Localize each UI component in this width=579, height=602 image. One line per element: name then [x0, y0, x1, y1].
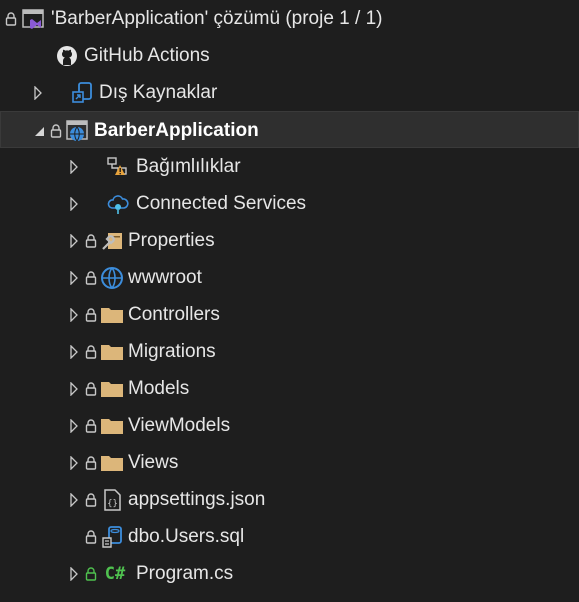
dependencies-icon	[104, 148, 132, 185]
tree-row-project[interactable]: BarberApplication	[0, 111, 579, 148]
sql-file-icon	[98, 518, 126, 555]
item-label: appsettings.json	[128, 489, 266, 510]
tree-row-connected-services[interactable]: Connected Services	[0, 185, 579, 222]
item-label: wwwroot	[128, 267, 202, 288]
item-label: Properties	[128, 230, 215, 251]
tree-row-sql[interactable]: dbo.Users.sql	[0, 518, 579, 555]
chevron-right-icon[interactable]	[66, 481, 82, 518]
item-label: Controllers	[128, 304, 220, 325]
folder-icon	[98, 333, 126, 370]
chevron-right-icon[interactable]	[66, 296, 82, 333]
tree-row-solution[interactable]: 'BarberApplication' çözümü (proje 1 / 1)	[0, 0, 579, 37]
tree-row-controllers[interactable]: Controllers	[0, 296, 579, 333]
item-label: Migrations	[128, 341, 216, 362]
lock-icon	[84, 407, 98, 444]
tree-row-migrations[interactable]: Migrations	[0, 333, 579, 370]
item-label: Bağımlılıklar	[136, 156, 241, 177]
github-actions-label: GitHub Actions	[84, 45, 210, 66]
csharp-file-icon: C#	[104, 563, 126, 584]
tree-row-viewmodels[interactable]: ViewModels	[0, 407, 579, 444]
json-file-icon: {}	[98, 481, 126, 518]
external-sources-label: Dış Kaynaklar	[99, 82, 218, 103]
chevron-right-icon[interactable]	[66, 259, 82, 296]
chevron-right-icon[interactable]	[30, 74, 46, 111]
chevron-right-icon[interactable]	[66, 333, 82, 370]
lock-icon	[84, 444, 98, 481]
item-label: Connected Services	[136, 193, 307, 214]
external-sources-icon	[68, 74, 96, 111]
folder-icon	[98, 407, 126, 444]
properties-icon	[98, 222, 126, 259]
folder-icon	[98, 296, 126, 333]
lock-icon	[84, 222, 98, 259]
item-label: Program.cs	[136, 563, 234, 584]
tree-row-github-actions[interactable]: GitHub Actions	[0, 37, 579, 74]
web-project-icon	[63, 112, 91, 149]
lock-icon	[84, 555, 98, 592]
chevron-right-icon[interactable]	[66, 148, 82, 185]
lock-icon	[84, 296, 98, 333]
lock-icon	[4, 0, 18, 37]
chevron-expanded-icon[interactable]	[31, 112, 47, 149]
lock-icon	[84, 370, 98, 407]
solution-label: 'BarberApplication' çözümü (proje 1 / 1)	[51, 8, 383, 29]
lock-icon	[84, 518, 98, 555]
folder-icon	[98, 370, 126, 407]
item-label: Models	[128, 378, 190, 399]
tree-row-appsettings[interactable]: {} appsettings.json	[0, 481, 579, 518]
chevron-right-icon[interactable]	[66, 222, 82, 259]
chevron-right-icon[interactable]	[66, 555, 82, 592]
tree-row-models[interactable]: Models	[0, 370, 579, 407]
tree-row-views[interactable]: Views	[0, 444, 579, 481]
github-icon	[53, 37, 81, 74]
chevron-right-icon[interactable]	[66, 407, 82, 444]
tree-row-wwwroot[interactable]: wwwroot	[0, 259, 579, 296]
connected-services-icon	[104, 185, 132, 222]
project-label: BarberApplication	[94, 120, 259, 141]
tree-row-program[interactable]: C# Program.cs	[0, 555, 579, 592]
lock-icon	[84, 481, 98, 518]
item-label: ViewModels	[128, 415, 231, 436]
folder-icon	[98, 444, 126, 481]
item-label: Views	[128, 452, 179, 473]
chevron-right-icon[interactable]	[66, 185, 82, 222]
lock-icon	[84, 333, 98, 370]
solution-explorer-tree: 'BarberApplication' çözümü (proje 1 / 1)…	[0, 0, 579, 602]
svg-text:{}: {}	[107, 499, 118, 509]
lock-icon	[49, 112, 63, 149]
item-label: dbo.Users.sql	[128, 526, 245, 547]
tree-row-properties[interactable]: Properties	[0, 222, 579, 259]
chevron-right-icon[interactable]	[66, 370, 82, 407]
chevron-right-icon[interactable]	[66, 444, 82, 481]
globe-icon	[98, 259, 126, 296]
tree-row-dependencies[interactable]: Bağımlılıklar	[0, 148, 579, 185]
lock-icon	[84, 259, 98, 296]
tree-row-external-sources[interactable]: Dış Kaynaklar	[0, 74, 579, 111]
solution-icon	[20, 0, 48, 37]
